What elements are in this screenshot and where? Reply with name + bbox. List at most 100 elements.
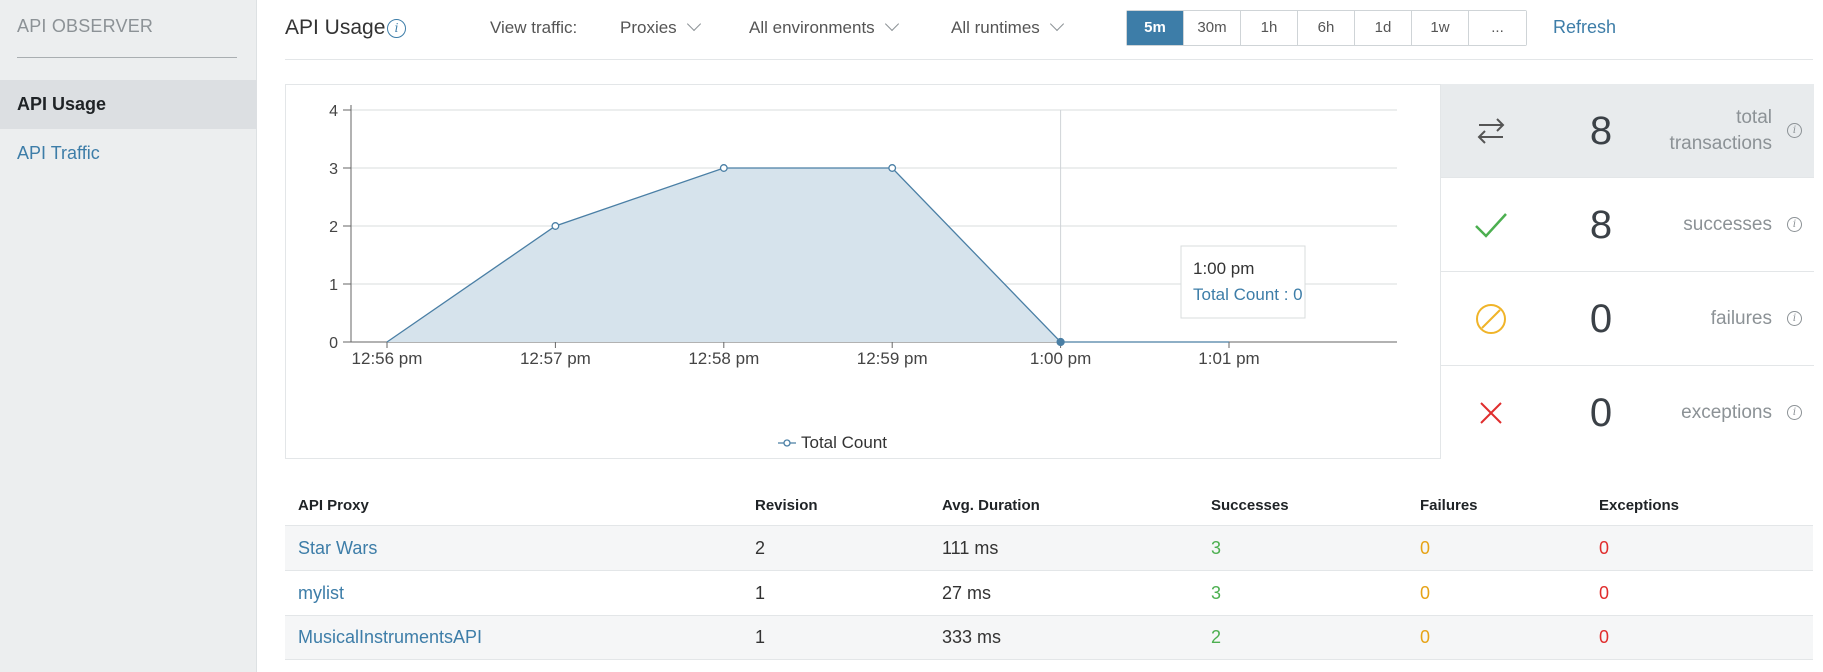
stat-label-line2: transactions	[1669, 133, 1772, 154]
y-tick-label: 2	[329, 219, 338, 236]
stat-value: 8	[1589, 109, 1613, 153]
failures-cell: 0	[1420, 627, 1431, 647]
table-row: Star Wars 2 111 ms 3 0 0	[285, 525, 1813, 570]
proxy-link[interactable]: Star Wars	[298, 538, 377, 558]
range-5m-button[interactable]: 5m	[1127, 11, 1184, 45]
y-tick-label: 1	[329, 277, 338, 294]
exceptions-cell: 0	[1599, 627, 1610, 647]
x-icon	[1480, 402, 1502, 424]
table-row: MusicalInstrumentsAPI 1 333 ms 2 0 0	[285, 615, 1813, 660]
stat-label: failures	[1710, 308, 1772, 329]
stat-failures: 0 failures i	[1441, 272, 1814, 366]
stat-value: 0	[1589, 391, 1613, 435]
stat-exceptions: 0 exceptions i	[1441, 366, 1814, 460]
legend-label: Total Count	[801, 433, 887, 452]
failures-cell: 0	[1420, 537, 1431, 558]
series-area	[387, 168, 1061, 342]
view-traffic-label: View traffic:	[490, 18, 578, 37]
y-tick-label: 4	[329, 103, 338, 120]
proxies-dropdown[interactable]: Proxies	[620, 16, 701, 38]
y-tick-label: 0	[329, 335, 338, 352]
page-title: API Usage	[285, 16, 386, 39]
exceptions-cell: 0	[1599, 537, 1610, 558]
stat-value: 0	[1589, 297, 1613, 341]
chevron-down-icon	[1049, 16, 1064, 32]
info-icon[interactable]: i	[1787, 405, 1802, 420]
y-tick-label: 3	[329, 161, 338, 178]
revision-cell: 1	[755, 627, 766, 647]
runtimes-dropdown[interactable]: All runtimes	[951, 16, 1064, 38]
successes-cell: 3	[1211, 582, 1222, 603]
stats-panel: 8 total transactions i 8 successes i 0 fa…	[1440, 84, 1814, 460]
tooltip-box	[1180, 245, 1306, 319]
stat-label: successes	[1683, 214, 1772, 235]
x-tick-label: 12:58 pm	[688, 349, 759, 368]
data-point	[551, 222, 560, 230]
column-header-failures[interactable]: Failures	[1420, 497, 1599, 514]
sidebar: API OBSERVER API Usage API Traffic	[0, 0, 257, 672]
sidebar-item-api-traffic[interactable]: API Traffic	[0, 129, 257, 178]
chevron-down-icon	[884, 16, 899, 32]
duration-cell: 111 ms	[942, 537, 999, 558]
x-tick-label: 1:01 pm	[1198, 349, 1259, 368]
range-30m-button[interactable]: 30m	[1184, 11, 1241, 45]
exceptions-cell: 0	[1599, 582, 1610, 603]
x-tick-label: 12:56 pm	[352, 349, 423, 368]
runtimes-dropdown-label: All runtimes	[951, 18, 1040, 37]
range-6h-button[interactable]: 6h	[1298, 11, 1355, 45]
data-point	[1056, 337, 1065, 347]
x-tick-label: 12:57 pm	[520, 349, 591, 368]
x-tick-label: 1:00 pm	[1030, 349, 1091, 368]
proxy-link[interactable]: mylist	[298, 583, 344, 603]
table-row: mylist 1 27 ms 3 0 0	[285, 570, 1813, 615]
column-header-api-proxy[interactable]: API Proxy	[285, 497, 755, 514]
range-more-button[interactable]: ...	[1469, 11, 1526, 45]
app-brand: API OBSERVER	[17, 16, 154, 36]
tooltip-value: Total Count : 0	[1193, 285, 1303, 304]
range-1h-button[interactable]: 1h	[1241, 11, 1298, 45]
proxy-table: API Proxy Revision Avg. Duration Success…	[285, 485, 1813, 660]
info-icon[interactable]: i	[1787, 123, 1802, 138]
data-point	[719, 164, 728, 172]
column-header-exceptions[interactable]: Exceptions	[1599, 497, 1813, 514]
legend-marker	[783, 439, 791, 447]
stat-successes: 8 successes i	[1441, 178, 1814, 272]
usage-chart-panel: 0 1 2 3 4 12:56 pm 12:57 pm 12:58 pm 12:59 pm 1:0…	[285, 84, 1441, 459]
range-1d-button[interactable]: 1d	[1355, 11, 1412, 45]
revision-cell: 2	[755, 537, 766, 558]
chevron-down-icon	[686, 16, 701, 32]
duration-cell: 333 ms	[942, 627, 1002, 647]
column-header-avg-duration[interactable]: Avg. Duration	[942, 497, 1211, 514]
sidebar-item-api-usage[interactable]: API Usage	[0, 80, 257, 129]
time-range-selector: 5m 30m 1h 6h 1d 1w ...	[1126, 10, 1527, 46]
x-tick-label: 12:59 pm	[857, 349, 928, 368]
header: API Usage i View traffic: Proxies All en…	[285, 0, 1813, 60]
environments-dropdown[interactable]: All environments	[749, 16, 899, 38]
proxies-dropdown-label: Proxies	[620, 18, 677, 37]
data-point	[888, 164, 897, 172]
revision-cell: 1	[755, 582, 766, 603]
column-header-successes[interactable]: Successes	[1211, 497, 1420, 514]
stat-label: exceptions	[1681, 402, 1772, 423]
table-header: API Proxy Revision Avg. Duration Success…	[285, 485, 1813, 525]
info-icon[interactable]: i	[1787, 217, 1802, 232]
failures-cell: 0	[1420, 582, 1431, 603]
brand-divider	[17, 57, 237, 58]
stat-label-line1: total	[1736, 107, 1772, 128]
stat-value: 8	[1589, 203, 1613, 247]
successes-cell: 3	[1211, 537, 1222, 558]
info-icon[interactable]: i	[387, 19, 406, 38]
stat-total-transactions: 8 total transactions i	[1441, 84, 1814, 178]
refresh-button[interactable]: Refresh	[1553, 17, 1616, 38]
proxy-link[interactable]: MusicalInstrumentsAPI	[298, 627, 482, 647]
check-icon	[1475, 213, 1507, 238]
usage-chart: 0 1 2 3 4 12:56 pm 12:57 pm 12:58 pm 12:59 pm 1:0…	[329, 103, 1397, 452]
environments-dropdown-label: All environments	[749, 18, 875, 37]
info-icon[interactable]: i	[1787, 311, 1802, 326]
column-header-revision[interactable]: Revision	[755, 497, 942, 514]
range-1w-button[interactable]: 1w	[1412, 11, 1469, 45]
successes-cell: 2	[1211, 627, 1222, 647]
ban-icon	[1476, 304, 1506, 334]
duration-cell: 27 ms	[942, 582, 992, 603]
transfer-icon	[1477, 118, 1505, 144]
